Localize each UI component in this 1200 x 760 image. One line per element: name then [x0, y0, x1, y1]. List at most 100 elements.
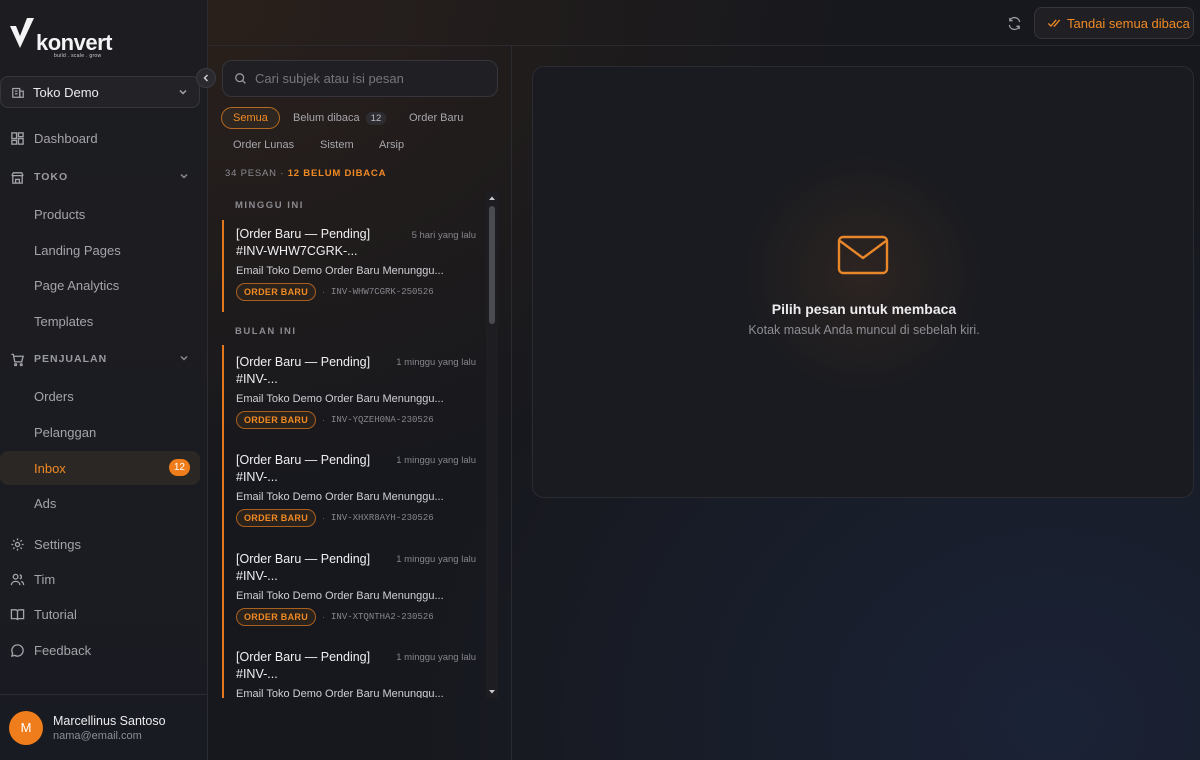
scroll-up-arrow-icon[interactable] — [488, 194, 496, 202]
sidebar-item-label: Dashboard — [34, 130, 98, 146]
chevron-down-icon — [180, 355, 188, 361]
tag-badge: ORDER BARU — [236, 411, 317, 429]
list-item[interactable]: [Order Baru — Pending] #INV-... 1 minggu… — [222, 345, 484, 443]
message-time: 1 minggu yang lalu — [396, 357, 476, 368]
sidebar-item-label: Settings — [34, 536, 81, 552]
chevron-down-icon — [180, 173, 188, 179]
collapse-sidebar-button[interactable] — [196, 68, 216, 88]
sidebar-item-landing-pages[interactable]: Landing Pages — [0, 233, 200, 267]
double-check-icon — [1047, 16, 1061, 30]
inbox-unread-badge: 12 — [168, 459, 190, 476]
filter-label: Belum dibaca — [293, 112, 360, 124]
sidebar-section-penjualan[interactable]: PENJUALAN — [0, 342, 200, 376]
message-list-scrollbar[interactable] — [486, 192, 498, 698]
invoice-id: INV-YQZEH0NA-230526 — [331, 415, 434, 425]
tag-badge: ORDER BARU — [236, 283, 317, 301]
message-subject: [Order Baru — Pending] #INV-... — [236, 650, 371, 681]
filter-label: Sistem — [320, 139, 354, 151]
reading-pane: Pilih pesan untuk membaca Kotak masuk An… — [532, 66, 1194, 498]
message-list: MINGGU INI [Order Baru — Pending] #INV-W… — [222, 192, 498, 698]
sidebar-item-label: Tim — [34, 571, 56, 587]
search-box[interactable] — [222, 60, 498, 97]
sidebar-item-dashboard[interactable]: Dashboard — [0, 121, 200, 155]
sidebar-item-label: Products — [34, 206, 86, 222]
filter-label: Semua — [233, 112, 268, 124]
section-label: PENJUALAN — [34, 353, 108, 365]
sidebar-item-feedback[interactable]: Feedback — [0, 633, 200, 667]
message-time: 1 minggu yang lalu — [396, 652, 476, 663]
unread-count: 12 BELUM DIBACA — [287, 168, 387, 179]
meta-separator: · — [322, 513, 326, 523]
konvert-logo-icon — [10, 18, 34, 48]
cart-icon — [8, 350, 26, 368]
list-item[interactable]: [Order Baru — Pending] #INV-... 1 minggu… — [222, 541, 484, 640]
envelope-icon — [837, 235, 889, 275]
user-name: Marcellinus Santoso — [53, 713, 166, 728]
tag-badge: ORDER BARU — [236, 608, 317, 626]
filter-belum-dibaca[interactable]: Belum dibaca 12 — [282, 107, 397, 129]
sidebar-item-products[interactable]: Products — [0, 197, 200, 231]
user-profile[interactable]: M Marcellinus Santoso nama@email.com — [0, 694, 208, 760]
message-preview: Email Toko Demo Order Baru Menunggu... — [236, 688, 444, 698]
filter-sistem[interactable]: Sistem — [309, 134, 365, 156]
group-label-this-week: MINGGU INI — [235, 200, 304, 211]
invoice-id: INV-XHXR8AYH-230526 — [331, 513, 434, 523]
refresh-button[interactable] — [1004, 13, 1024, 33]
sidebar-item-label: Feedback — [34, 642, 92, 658]
sidebar-item-pelanggan[interactable]: Pelanggan — [0, 415, 200, 449]
sidebar-item-label: Pelanggan — [34, 424, 97, 440]
filter-order-lunas[interactable]: Order Lunas — [222, 134, 305, 156]
sidebar-item-tutorial[interactable]: Tutorial — [0, 597, 200, 631]
sidebar-item-orders[interactable]: Orders — [0, 379, 200, 413]
brand-tagline: build . scale . grow — [54, 53, 102, 59]
dashboard-icon — [8, 129, 26, 147]
filter-label: Order Baru — [409, 112, 464, 124]
mark-all-read-button[interactable]: Tandai semua dibaca — [1034, 7, 1194, 39]
tag-badge: ORDER BARU — [236, 509, 317, 527]
sidebar-item-templates[interactable]: Templates — [0, 304, 200, 338]
empty-state-subtitle: Kotak masuk Anda muncul di sebelah kiri. — [748, 323, 980, 337]
sidebar: konvert build . scale . grow Toko Demo D… — [0, 0, 208, 760]
sidebar-item-inbox[interactable]: Inbox 12 — [0, 451, 200, 485]
store-selector[interactable]: Toko Demo — [0, 76, 200, 108]
meta-separator: · — [322, 415, 326, 425]
sidebar-item-label: Tutorial — [34, 606, 77, 622]
refresh-icon — [1008, 16, 1020, 30]
book-icon — [8, 605, 26, 623]
top-bar: Tandai semua dibaca — [208, 0, 1200, 46]
sidebar-item-page-analytics[interactable]: Page Analytics — [0, 268, 200, 302]
filter-semua[interactable]: Semua — [221, 107, 280, 129]
mark-all-read-label: Tandai semua dibaca — [1067, 15, 1190, 31]
sidebar-item-tim[interactable]: Tim — [0, 562, 200, 596]
list-item[interactable]: [Order Baru — Pending] #INV-WHW7CGRK-...… — [222, 220, 484, 312]
message-preview: Email Toko Demo Order Baru Menunggu... — [236, 265, 444, 277]
empty-state-title: Pilih pesan untuk membaca — [771, 301, 957, 317]
sidebar-item-label: Landing Pages — [34, 242, 121, 258]
store-name: Toko Demo — [33, 84, 99, 100]
chevron-down-icon — [179, 89, 187, 95]
list-item[interactable]: [Order Baru — Pending] #INV-... 1 minggu… — [222, 640, 484, 698]
invoice-id: INV-WHW7CGRK-250526 — [331, 287, 434, 297]
message-preview: Email Toko Demo Order Baru Menunggu... — [236, 393, 444, 405]
list-item[interactable]: [Order Baru — Pending] #INV-... 1 minggu… — [222, 443, 484, 541]
invoice-id: INV-XTQNTHA2-230526 — [331, 612, 434, 622]
message-subject: [Order Baru — Pending] #INV-... — [236, 355, 371, 386]
search-icon — [235, 73, 246, 84]
message-subject: [Order Baru — Pending] #INV-WHW7CGRK-... — [236, 227, 371, 258]
total-count: 34 PESAN — [225, 168, 277, 179]
sidebar-item-settings[interactable]: Settings — [0, 527, 200, 561]
message-time: 1 minggu yang lalu — [396, 554, 476, 565]
message-list-pane: Semua Belum dibaca 12 Order Baru Order L… — [208, 46, 512, 760]
sidebar-item-ads[interactable]: Ads — [0, 486, 200, 520]
scroll-down-arrow-icon[interactable] — [488, 688, 496, 696]
filter-order-baru[interactable]: Order Baru — [398, 107, 474, 129]
store-icon — [8, 168, 26, 186]
filter-arsip[interactable]: Arsip — [368, 134, 415, 156]
scrollbar-thumb[interactable] — [489, 206, 495, 324]
users-icon — [8, 570, 26, 588]
sidebar-section-toko[interactable]: TOKO — [0, 160, 200, 194]
konvert-logo[interactable]: konvert build . scale . grow — [8, 16, 112, 60]
message-preview: Email Toko Demo Order Baru Menunggu... — [236, 590, 444, 602]
message-subject: [Order Baru — Pending] #INV-... — [236, 453, 371, 484]
search-input[interactable] — [255, 71, 485, 86]
